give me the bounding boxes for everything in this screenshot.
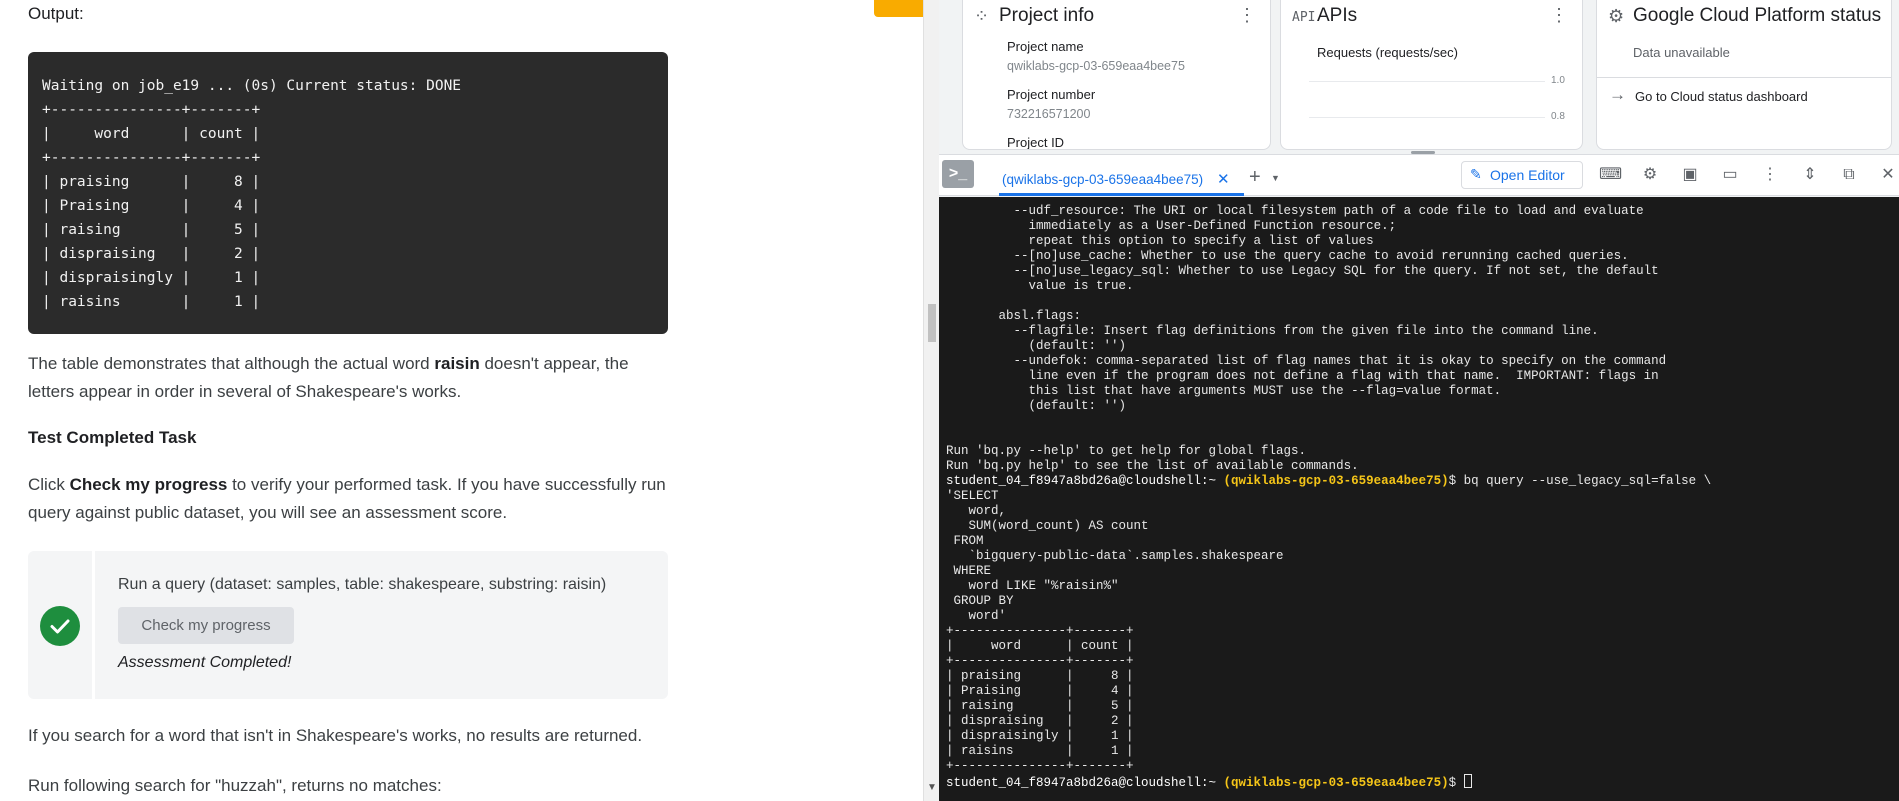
code-output-block: Waiting on job_e19 ... (0s) Current stat… bbox=[28, 52, 668, 334]
terminal-cursor bbox=[1463, 774, 1472, 788]
apis-title: APIs bbox=[1317, 5, 1358, 26]
command-text: $ bq query --use_legacy_sql=false \ bbox=[1448, 474, 1712, 488]
para1-bold: raisin bbox=[434, 354, 480, 373]
prompt-project: (qwiklabs-gcp-03-659eaa4bee75) bbox=[1223, 474, 1449, 488]
chart-tick-high: 1.0 bbox=[1551, 75, 1565, 86]
shell-tab[interactable]: (qwiklabs-gcp-03-659eaa4bee75) bbox=[1002, 172, 1203, 187]
scrollbar-thumb[interactable] bbox=[928, 304, 936, 342]
final-prompt-user: student_04_f8947a8bd26a@cloudshell:~ bbox=[946, 776, 1224, 790]
project-id-label: Project ID bbox=[1007, 135, 1065, 150]
status-subtitle: Data unavailable bbox=[1633, 45, 1730, 60]
cloud-shell-toolbar: >_ (qwiklabs-gcp-03-659eaa4bee75) ✕ + ▼ … bbox=[939, 154, 1899, 196]
expand-icon[interactable]: ⇕ bbox=[1799, 164, 1821, 186]
project-info-card: ⁘ Project info ⋮ Project name qwiklabs-g… bbox=[962, 0, 1271, 150]
paragraph-check-progress: Click Check my progress to verify your p… bbox=[28, 471, 668, 527]
project-info-title: Project info bbox=[999, 5, 1095, 26]
add-tab-dropdown-icon[interactable]: ▼ bbox=[1271, 173, 1280, 183]
apis-more-vert-icon[interactable]: ⋮ bbox=[1550, 5, 1568, 26]
settings-icon[interactable]: ⚙ bbox=[1639, 164, 1661, 186]
check-complete-icon bbox=[40, 606, 80, 646]
api-icon: API bbox=[1292, 10, 1316, 25]
prompt-user: student_04_f8947a8bd26a@cloudshell:~ bbox=[946, 474, 1224, 488]
terminal-command-line: student_04_f8947a8bd26a@cloudshell:~ (qw… bbox=[946, 474, 1892, 489]
web-preview-icon[interactable]: ▣ bbox=[1679, 164, 1701, 186]
task-title: Run a query (dataset: samples, table: sh… bbox=[118, 576, 607, 593]
project-name-label: Project name bbox=[1007, 39, 1084, 54]
final-prompt-project: (qwiklabs-gcp-03-659eaa4bee75) bbox=[1223, 776, 1449, 790]
close-shell-icon[interactable]: ✕ bbox=[1877, 164, 1899, 186]
open-editor-label: Open Editor bbox=[1490, 167, 1565, 183]
check-my-progress-button[interactable]: Check my progress bbox=[118, 607, 294, 644]
add-tab-icon[interactable]: + bbox=[1249, 166, 1261, 189]
para1-text: The table demonstrates that although the… bbox=[28, 354, 435, 373]
chart-tick-low: 0.8 bbox=[1551, 111, 1565, 122]
terminal-final-prompt[interactable]: student_04_f8947a8bd26a@cloudshell:~ (qw… bbox=[946, 774, 1892, 791]
chart-gridline bbox=[1309, 117, 1545, 118]
more-options-icon[interactable]: ⋮ bbox=[1759, 164, 1781, 186]
paragraph-no-results: If you search for a word that isn't in S… bbox=[28, 726, 643, 745]
project-name-value: qwiklabs-gcp-03-659eaa4bee75 bbox=[1007, 59, 1185, 73]
terminal-help-output: --udf_resource: The URI or local filesys… bbox=[946, 204, 1667, 473]
para2-text: Click bbox=[28, 475, 70, 494]
close-tab-icon[interactable]: ✕ bbox=[1217, 170, 1230, 188]
test-completed-heading: Test Completed Task bbox=[28, 428, 197, 447]
scroll-down-icon[interactable]: ▼ bbox=[927, 782, 937, 793]
chart-gridline bbox=[1309, 81, 1545, 82]
final-prompt-dollar: $ bbox=[1448, 776, 1464, 790]
project-dots-icon: ⁘ bbox=[974, 6, 990, 26]
lab-instructions-pane: Output: Waiting on job_e19 ... (0s) Curr… bbox=[0, 0, 923, 801]
pencil-icon: ✎ bbox=[1470, 166, 1482, 182]
task-card: Run a query (dataset: samples, table: sh… bbox=[28, 551, 668, 699]
cloud-status-link-label: Go to Cloud status dashboard bbox=[1635, 89, 1808, 104]
output-label: Output: bbox=[28, 4, 84, 23]
project-number-value: 732216571200 bbox=[1007, 107, 1091, 121]
assessment-status: Assessment Completed! bbox=[118, 654, 292, 671]
status-icon: ⚙ bbox=[1608, 6, 1625, 26]
terminal-icon[interactable]: >_ bbox=[942, 160, 974, 188]
cloud-shell-terminal[interactable]: --udf_resource: The URI or local filesys… bbox=[939, 197, 1899, 801]
arrow-forward-icon: → bbox=[1609, 85, 1626, 104]
open-new-window-icon[interactable]: ⧉ bbox=[1838, 164, 1860, 186]
left-pane-scrollbar[interactable]: ▼ bbox=[923, 0, 939, 801]
layout-icon[interactable]: ▭ bbox=[1719, 164, 1741, 186]
more-vert-icon[interactable]: ⋮ bbox=[1238, 5, 1256, 26]
project-number-label: Project number bbox=[1007, 87, 1096, 102]
active-tab-indicator bbox=[999, 193, 1244, 196]
keyboard-icon[interactable]: ⌨ bbox=[1599, 164, 1622, 186]
cloud-status-link[interactable]: → Go to Cloud status dashboard bbox=[1597, 77, 1891, 113]
gcp-status-card: ⚙ Google Cloud Platform status Data unav… bbox=[1596, 0, 1892, 150]
code-output-text: Waiting on job_e19 ... (0s) Current stat… bbox=[42, 78, 462, 310]
terminal-query-result: 'SELECT word, SUM(word_count) AS count F… bbox=[946, 489, 1284, 773]
orange-tab-indicator[interactable] bbox=[874, 0, 923, 17]
open-editor-button[interactable]: ✎ Open Editor bbox=[1461, 161, 1583, 189]
task-card-divider bbox=[92, 551, 95, 699]
para2-bold: Check my progress bbox=[69, 475, 228, 494]
apis-subtitle: Requests (requests/sec) bbox=[1317, 45, 1458, 60]
paragraph-raisin-explanation: The table demonstrates that although the… bbox=[28, 350, 668, 406]
apis-card: API APIs ⋮ Requests (requests/sec) 1.0 0… bbox=[1280, 0, 1583, 150]
gcp-status-title: Google Cloud Platform status bbox=[1633, 5, 1882, 26]
paragraph-huzzah: Run following search for "huzzah", retur… bbox=[28, 776, 442, 795]
cloud-console-pane: ⁘ Project info ⋮ Project name qwiklabs-g… bbox=[939, 0, 1899, 801]
